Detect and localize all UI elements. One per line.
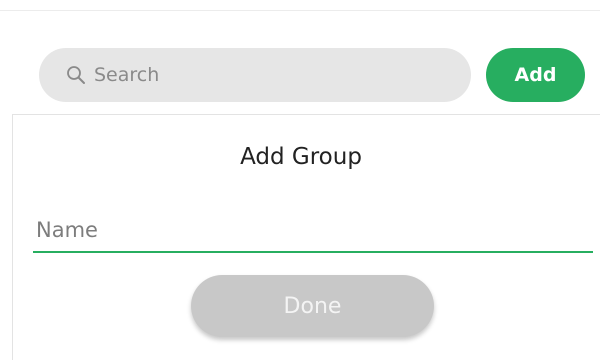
search-bar[interactable] xyxy=(39,48,471,102)
search-icon xyxy=(66,65,86,85)
search-input[interactable] xyxy=(94,64,454,86)
panel-title: Add Group xyxy=(240,144,362,170)
top-divider xyxy=(0,10,600,11)
name-field[interactable] xyxy=(33,209,593,253)
add-button[interactable]: Add xyxy=(486,48,585,102)
page: Add Add Group Done xyxy=(0,0,600,360)
done-button[interactable]: Done xyxy=(191,275,434,337)
add-group-panel: Add Group Done xyxy=(12,114,600,360)
